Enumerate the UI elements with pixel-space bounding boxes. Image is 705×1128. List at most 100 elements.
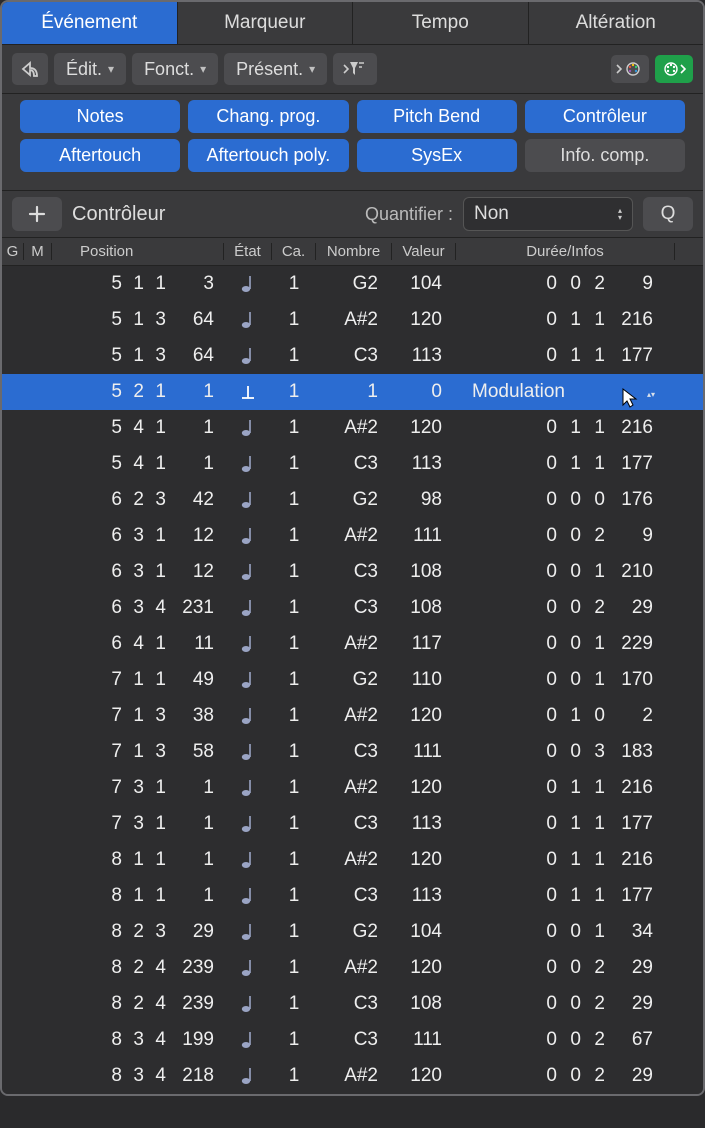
cell-status[interactable] — [224, 346, 272, 366]
filter-aftertouch[interactable]: Aftertouch — [20, 139, 180, 172]
cell-value[interactable]: 104 — [392, 921, 456, 943]
table-row[interactable]: 834199 1C311100267 — [2, 1022, 703, 1058]
cell-value[interactable]: 108 — [392, 597, 456, 619]
cell-status[interactable] — [224, 886, 272, 906]
cell-number[interactable]: C3 — [316, 993, 392, 1015]
col-value[interactable]: Valeur — [392, 243, 456, 260]
cell-number[interactable]: A#2 — [316, 705, 392, 727]
cell-duration[interactable]: 00229 — [456, 1065, 675, 1087]
table-row[interactable]: 81111A#2120011216 — [2, 842, 703, 878]
cell-value[interactable]: 120 — [392, 849, 456, 871]
cell-number[interactable]: C3 — [316, 453, 392, 475]
table-row[interactable]: 631121A#21110029 — [2, 518, 703, 554]
cell-number[interactable]: C3 — [316, 1029, 392, 1051]
cell-channel[interactable]: 1 — [272, 741, 316, 763]
cell-duration[interactable]: 011216 — [456, 309, 675, 331]
cell-channel[interactable]: 1 — [272, 561, 316, 583]
cell-duration[interactable]: 00267 — [456, 1029, 675, 1051]
filter-notes[interactable]: Notes — [20, 100, 180, 133]
cell-channel[interactable]: 1 — [272, 669, 316, 691]
cell-status[interactable] — [224, 418, 272, 438]
cell-value[interactable]: 113 — [392, 813, 456, 835]
tab-tempo[interactable]: Tempo — [353, 2, 529, 44]
cell-channel[interactable]: 1 — [272, 1029, 316, 1051]
cell-channel[interactable]: 1 — [272, 1065, 316, 1087]
cell-channel[interactable]: 1 — [272, 345, 316, 367]
col-g[interactable]: G — [2, 243, 24, 260]
filter-button[interactable] — [333, 53, 377, 85]
cell-value[interactable]: 108 — [392, 561, 456, 583]
cell-number[interactable]: A#2 — [316, 417, 392, 439]
tab-marker[interactable]: Marqueur — [178, 2, 354, 44]
cell-position[interactable]: 634231 — [52, 597, 224, 619]
table-row[interactable]: 641111A#2117001229 — [2, 626, 703, 662]
cell-duration[interactable]: 0029 — [456, 273, 675, 295]
table-row[interactable]: 81111C3113011177 — [2, 878, 703, 914]
cell-number[interactable]: A#2 — [316, 525, 392, 547]
cell-number[interactable]: G2 — [316, 489, 392, 511]
cell-position[interactable]: 5411 — [52, 453, 224, 475]
cell-value[interactable]: 111 — [392, 741, 456, 763]
color-in-button[interactable] — [611, 55, 649, 83]
cell-number[interactable]: A#2 — [316, 633, 392, 655]
cell-position[interactable]: 51364 — [52, 345, 224, 367]
cell-status[interactable] — [224, 1066, 272, 1086]
cell-value[interactable]: 104 — [392, 273, 456, 295]
cell-position[interactable]: 63112 — [52, 561, 224, 583]
edit-menu[interactable]: Édit.▾ — [54, 53, 126, 85]
cell-position[interactable]: 7311 — [52, 813, 224, 835]
cell-number[interactable]: 1 — [316, 381, 392, 403]
cell-duration[interactable]: 0102 — [456, 705, 675, 727]
cell-channel[interactable]: 1 — [272, 705, 316, 727]
cell-position[interactable]: 63112 — [52, 525, 224, 547]
cell-position[interactable]: 5411 — [52, 417, 224, 439]
cell-number[interactable]: C3 — [316, 597, 392, 619]
cell-status[interactable] — [224, 598, 272, 618]
cell-number[interactable]: A#2 — [316, 777, 392, 799]
filter-pitch-bend[interactable]: Pitch Bend — [357, 100, 517, 133]
table-row[interactable]: 54111C3113011177 — [2, 446, 703, 482]
table-row[interactable]: 63112 1C3108001210 — [2, 554, 703, 590]
table-row[interactable]: 51364 1A#2120011216 — [2, 302, 703, 338]
cell-duration[interactable]: 00229 — [456, 993, 675, 1015]
cell-number[interactable]: A#2 — [316, 849, 392, 871]
cell-status[interactable] — [224, 1030, 272, 1050]
cell-duration[interactable]: 011177 — [456, 813, 675, 835]
cell-number[interactable]: C3 — [316, 885, 392, 907]
cell-status[interactable] — [224, 526, 272, 546]
cell-value[interactable]: 98 — [392, 489, 456, 511]
quantize-button[interactable]: Q — [643, 197, 693, 231]
cell-number[interactable]: A#2 — [316, 309, 392, 331]
cell-status[interactable] — [224, 634, 272, 654]
col-channel[interactable]: Ca. — [272, 243, 316, 260]
cell-position[interactable]: 824239 — [52, 993, 224, 1015]
table-row[interactable]: 8242391A#212000229 — [2, 950, 703, 986]
cell-duration[interactable]: Modulation▴▾ — [456, 381, 675, 403]
cell-channel[interactable]: 1 — [272, 993, 316, 1015]
cell-position[interactable]: 51364 — [52, 309, 224, 331]
cell-status[interactable] — [224, 490, 272, 510]
cell-status[interactable] — [224, 382, 272, 402]
cell-position[interactable]: 824239 — [52, 957, 224, 979]
cell-status[interactable] — [224, 778, 272, 798]
cell-value[interactable]: 120 — [392, 309, 456, 331]
cell-duration[interactable]: 001210 — [456, 561, 675, 583]
cell-position[interactable]: 7311 — [52, 777, 224, 799]
cell-duration[interactable]: 00229 — [456, 597, 675, 619]
cell-duration[interactable]: 00134 — [456, 921, 675, 943]
tab-event[interactable]: Événement — [2, 2, 178, 44]
cell-value[interactable]: 111 — [392, 525, 456, 547]
cell-number[interactable]: C3 — [316, 561, 392, 583]
table-row[interactable]: 8242391C310800229 — [2, 986, 703, 1022]
cell-position[interactable]: 834199 — [52, 1029, 224, 1051]
cell-channel[interactable]: 1 — [272, 309, 316, 331]
col-m[interactable]: M — [24, 243, 52, 260]
cell-value[interactable]: 113 — [392, 345, 456, 367]
cell-number[interactable]: A#2 — [316, 957, 392, 979]
cell-value[interactable]: 111 — [392, 1029, 456, 1051]
cell-channel[interactable]: 1 — [272, 453, 316, 475]
cell-status[interactable] — [224, 706, 272, 726]
cell-duration[interactable]: 003183 — [456, 741, 675, 763]
cell-number[interactable]: C3 — [316, 345, 392, 367]
cell-duration[interactable]: 011216 — [456, 849, 675, 871]
